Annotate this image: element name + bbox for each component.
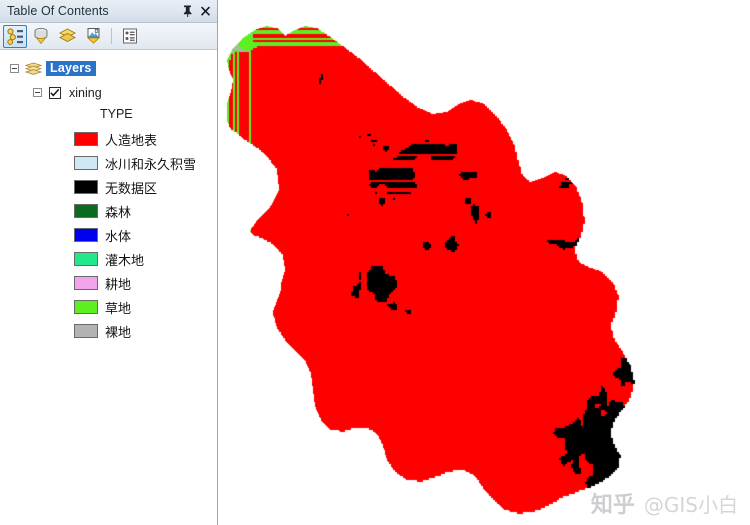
legend-item-artificial-surface-swatch[interactable]	[74, 132, 98, 146]
legend-item-forest-label: 森林	[105, 205, 132, 221]
xining-label[interactable]: xining	[69, 86, 102, 100]
collapse-icon-xining[interactable]	[33, 88, 42, 97]
toc-toolbar	[0, 23, 217, 50]
legend-list: 人造地表冰川和永久积雪 无数据区森林水体灌木地耕地草地裸地	[0, 127, 217, 343]
legend-item-cropland-label: 耕地	[105, 277, 132, 293]
legend-item-artificial-surface[interactable]: 人造地表	[0, 127, 217, 151]
legend-item-forest-swatch[interactable]	[74, 204, 98, 218]
legend-item-water[interactable]: 水体	[0, 223, 217, 247]
legend-item-nodata[interactable]: 无数据区	[0, 175, 217, 199]
legend-item-bareland[interactable]: 裸地	[0, 319, 217, 343]
legend-item-glacier-snow[interactable]: 冰川和永久积雪	[0, 151, 217, 175]
legend-item-grassland-label: 草地	[105, 301, 132, 317]
legend-item-water-swatch[interactable]	[74, 228, 98, 242]
legend-item-grassland[interactable]: 草地	[0, 295, 217, 319]
legend-item-nodata-label: 无数据区	[105, 181, 158, 197]
legend-item-cropland[interactable]: 耕地	[0, 271, 217, 295]
panel-titlebar: Table Of Contents	[0, 0, 217, 23]
list-by-source-button[interactable]	[29, 25, 53, 48]
toolbar-separator	[111, 28, 112, 44]
panel-title: Table Of Contents	[7, 4, 109, 18]
land-cover-map-canvas[interactable]	[219, 0, 750, 525]
legend-item-shrubland-label: 灌木地	[105, 253, 145, 269]
legend-item-water-label: 水体	[105, 229, 132, 245]
legend-item-glacier-snow-label: 冰川和永久积雪	[105, 157, 197, 173]
legend-item-artificial-surface-label: 人造地表	[105, 133, 158, 149]
pin-icon[interactable]	[179, 3, 195, 19]
application-window: Table Of Contents Layers xining TYPE 人造地…	[0, 0, 750, 525]
legend-item-glacier-snow-swatch[interactable]	[74, 156, 98, 170]
legend-item-forest[interactable]: 森林	[0, 199, 217, 223]
list-by-visibility-button[interactable]	[55, 25, 79, 48]
legend-item-nodata-swatch[interactable]	[74, 180, 98, 194]
layer-stack-icon	[24, 62, 43, 76]
xining-visibility-checkbox[interactable]	[49, 86, 61, 99]
legend-item-grassland-swatch[interactable]	[74, 300, 98, 314]
layers-label[interactable]: Layers	[46, 61, 96, 76]
legend-item-shrubland-swatch[interactable]	[74, 252, 98, 266]
collapse-icon-layers[interactable]	[10, 64, 19, 73]
field-name-type: TYPE	[100, 107, 133, 121]
tree-node-xining[interactable]: xining	[0, 83, 217, 102]
toc-tree: Layers xining TYPE 人造地表冰川和永久积雪 无数据区森林水体灌木…	[0, 51, 217, 525]
list-by-selection-button[interactable]	[81, 25, 105, 48]
map-view[interactable]: 知乎 @GIS小白	[219, 0, 750, 525]
table-of-contents-panel: Table Of Contents Layers xining TYPE 人造地…	[0, 0, 218, 525]
legend-item-bareland-swatch[interactable]	[74, 324, 98, 338]
tree-node-layers[interactable]: Layers	[0, 59, 217, 78]
legend-item-shrubland[interactable]: 灌木地	[0, 247, 217, 271]
list-by-drawing-order-button[interactable]	[3, 24, 27, 48]
options-button[interactable]	[118, 25, 142, 48]
legend-item-bareland-label: 裸地	[105, 325, 132, 341]
close-icon[interactable]	[197, 3, 213, 19]
legend-item-cropland-swatch[interactable]	[74, 276, 98, 290]
